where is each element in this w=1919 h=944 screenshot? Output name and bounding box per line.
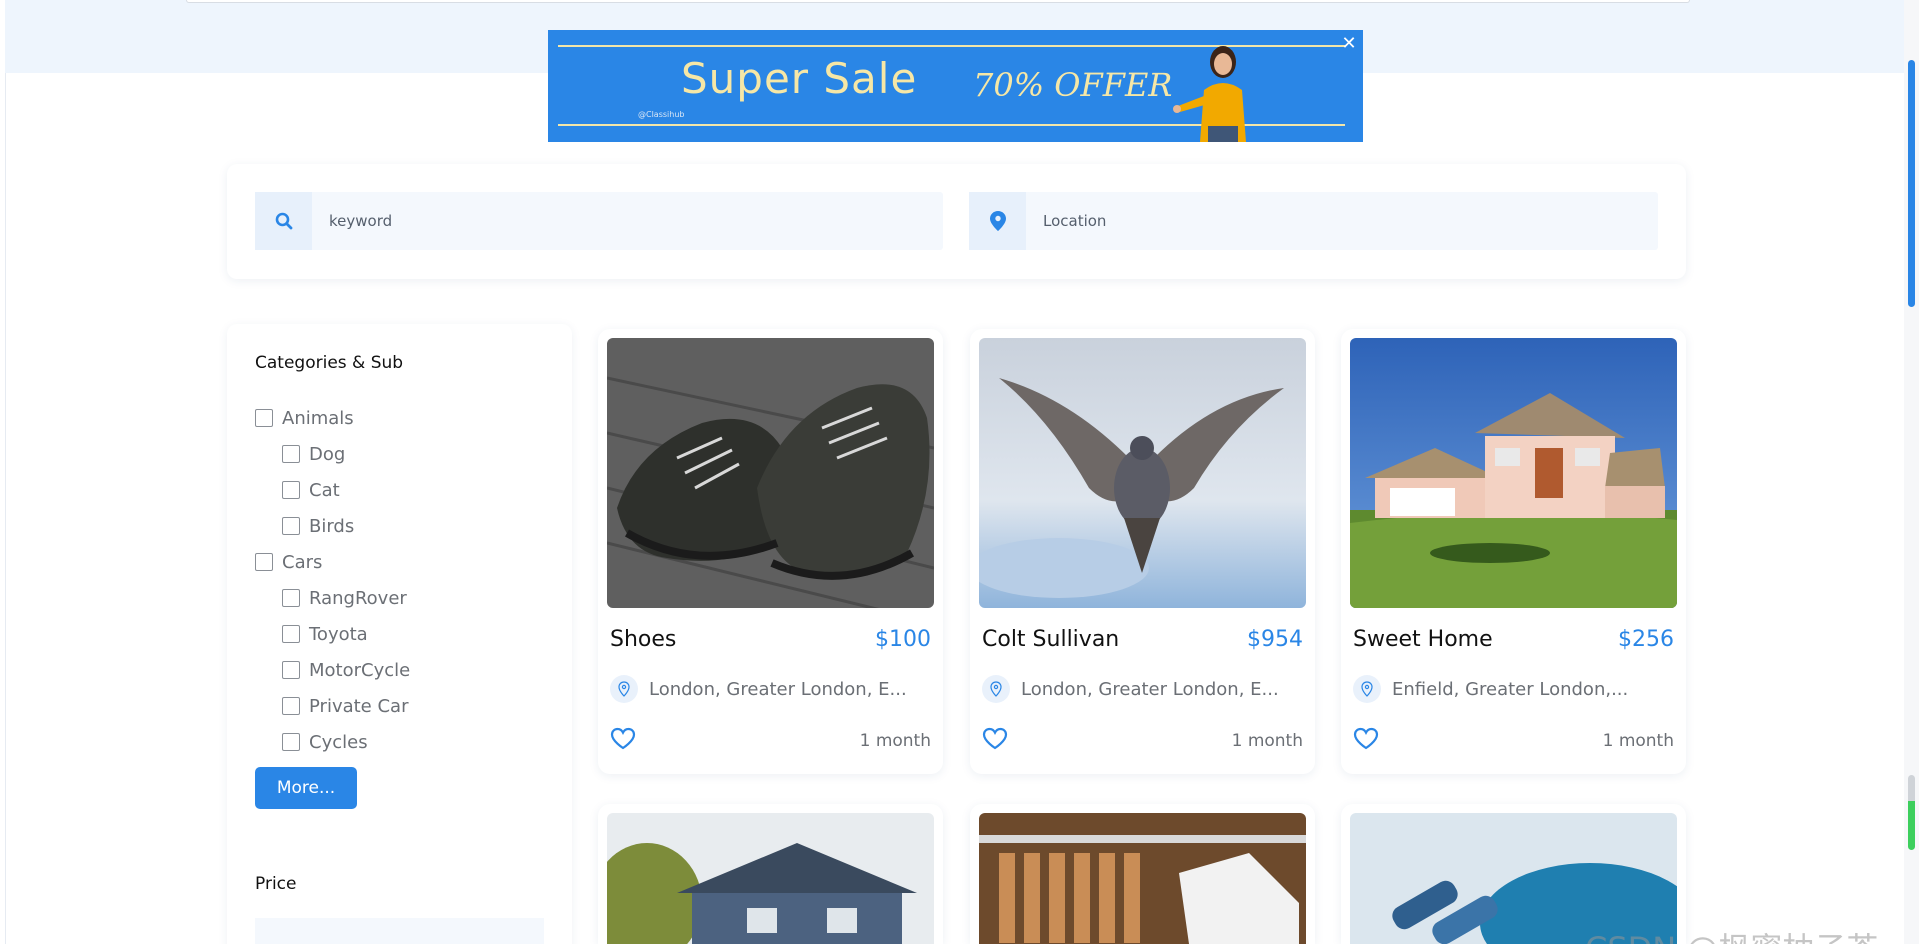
header-edge: [186, 0, 1690, 3]
filter-sidebar: Categories & Sub Animals Dog Cat Birds C…: [227, 324, 572, 944]
category-checkbox[interactable]: [255, 409, 273, 427]
listing-card[interactable]: Shoes $100 London, Greater London, E... …: [598, 329, 943, 774]
listing-title[interactable]: Sweet Home: [1353, 627, 1493, 652]
subcategory-item[interactable]: RangRover: [255, 580, 410, 616]
listing-image[interactable]: [1350, 338, 1677, 608]
banner-brand: @Classihub: [638, 110, 685, 119]
price-title: Price: [255, 874, 297, 894]
heart-icon[interactable]: [1353, 727, 1379, 751]
listing-image[interactable]: [607, 338, 934, 608]
subcategory-checkbox[interactable]: [282, 625, 300, 643]
listing-image[interactable]: [607, 813, 934, 944]
watermark: CSDN @枫蜜柚子茶: [1585, 924, 1878, 944]
subcategory-label: RangRover: [309, 587, 407, 609]
subcategory-checkbox[interactable]: [282, 733, 300, 751]
subcategory-label: Toyota: [309, 623, 368, 645]
subcategory-checkbox[interactable]: [282, 445, 300, 463]
subcategory-label: Private Car: [309, 695, 409, 717]
search-icon: [255, 192, 312, 250]
location-pin-icon: [1353, 675, 1381, 703]
subcategory-item[interactable]: Birds: [255, 508, 410, 544]
banner-offer: 70% OFFER: [973, 66, 1173, 104]
listing-time: 1 month: [859, 731, 931, 751]
listing-location: Enfield, Greater London,...: [1392, 679, 1629, 700]
blue-house-image: [607, 813, 934, 944]
scrollbar-thumb[interactable]: [1908, 60, 1915, 307]
listing-card[interactable]: [598, 804, 943, 944]
price-filter-box[interactable]: [255, 918, 544, 944]
subcategory-checkbox[interactable]: [282, 589, 300, 607]
scroll-indicator: [1908, 775, 1915, 850]
listing-location: London, Greater London, E...: [649, 679, 907, 700]
keyword-search-field[interactable]: [255, 192, 943, 250]
listing-card[interactable]: [1341, 804, 1686, 944]
category-label: Cars: [282, 551, 323, 573]
heart-icon[interactable]: [610, 727, 636, 751]
subcategory-item[interactable]: Private Car: [255, 688, 410, 724]
subcategory-checkbox[interactable]: [282, 697, 300, 715]
subcategory-item[interactable]: Cycles: [255, 724, 410, 760]
clothes-rack-image: [979, 813, 1306, 944]
listing-time: 1 month: [1602, 731, 1674, 751]
location-pin-icon: [610, 675, 638, 703]
banner-headline: Super Sale: [681, 54, 918, 103]
listing-location: London, Greater London, E...: [1021, 679, 1279, 700]
subcategory-label: Cycles: [309, 731, 368, 753]
subcategory-checkbox[interactable]: [282, 661, 300, 679]
subcategory-label: Dog: [309, 443, 346, 465]
listing-price: $954: [1247, 627, 1303, 652]
listing-card[interactable]: Colt Sullivan $954 London, Greater Londo…: [970, 329, 1315, 774]
category-item[interactable]: Animals: [255, 400, 410, 436]
listing-price: $256: [1618, 627, 1674, 652]
listing-time: 1 month: [1231, 731, 1303, 751]
listing-title[interactable]: Colt Sullivan: [982, 627, 1119, 652]
search-card: [227, 164, 1686, 279]
location-input[interactable]: [1026, 192, 1658, 250]
category-checkbox[interactable]: [255, 553, 273, 571]
listing-image[interactable]: [979, 813, 1306, 944]
subcategory-item[interactable]: Dog: [255, 436, 410, 472]
subcategory-checkbox[interactable]: [282, 481, 300, 499]
subcategory-label: MotorCycle: [309, 659, 411, 681]
shoes-image: [607, 338, 934, 608]
category-item[interactable]: Cars: [255, 544, 410, 580]
woman-pointing-image: [1173, 46, 1246, 142]
pigeon-image: [979, 338, 1306, 608]
location-search-field[interactable]: [969, 192, 1658, 250]
categories-title: Categories & Sub: [255, 353, 404, 373]
location-pin-icon: [982, 675, 1010, 703]
listing-title[interactable]: Shoes: [610, 627, 676, 652]
super-sale-banner[interactable]: Super Sale 70% OFFER @Classihub ✕: [548, 30, 1363, 142]
more-categories-button[interactable]: More...: [255, 767, 357, 809]
subcategory-label: Birds: [309, 515, 355, 537]
category-label: Animals: [282, 407, 354, 429]
keyword-input[interactable]: [312, 192, 943, 250]
subcategory-item[interactable]: Cat: [255, 472, 410, 508]
subcategory-label: Cat: [309, 479, 340, 501]
heart-icon[interactable]: [982, 727, 1008, 751]
subcategory-item[interactable]: MotorCycle: [255, 652, 410, 688]
category-list: Animals Dog Cat Birds Cars RangRover Toy…: [255, 400, 410, 760]
listing-card[interactable]: Sweet Home $256 Enfield, Greater London,…: [1341, 329, 1686, 774]
subcategory-checkbox[interactable]: [282, 517, 300, 535]
house-image: [1350, 338, 1677, 608]
location-pin-icon: [969, 192, 1026, 250]
listing-card[interactable]: [970, 804, 1315, 944]
listing-image[interactable]: [979, 338, 1306, 608]
banner-close-button[interactable]: ✕: [1335, 30, 1363, 58]
listing-price: $100: [875, 627, 931, 652]
subcategory-item[interactable]: Toyota: [255, 616, 410, 652]
